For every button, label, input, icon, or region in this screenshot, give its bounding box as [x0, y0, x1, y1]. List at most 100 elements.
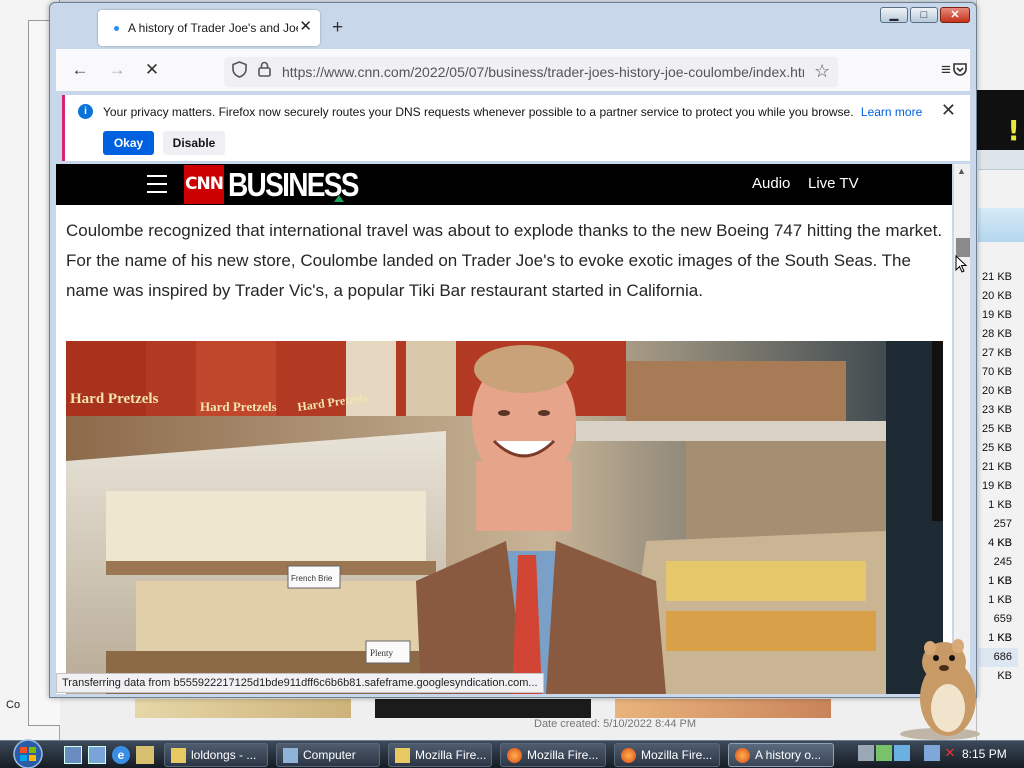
taskbar-button-label: Mozilla Fire...: [415, 748, 487, 762]
file-size-item: 1 KB: [988, 575, 1012, 587]
close-window-button[interactable]: ✕: [940, 7, 970, 23]
file-size-item: 21 KB: [982, 461, 1012, 473]
file-size-item: 70 KB: [982, 366, 1012, 378]
minimize-button[interactable]: ▁: [880, 7, 908, 23]
firefox-icon: [507, 748, 522, 763]
article-photo: Hard Pretzels Hard Pretzels Hard Pretzel…: [66, 341, 943, 694]
mouse-cursor-icon: [955, 254, 969, 273]
file-size-item: 19 KB: [982, 309, 1012, 321]
taskbar-button-computer[interactable]: Computer: [276, 743, 380, 767]
vertical-scrollbar[interactable]: ▲: [954, 164, 970, 694]
taskbar-button-firefox-3[interactable]: Mozilla Fire...: [614, 743, 720, 767]
taskbar-button-active-window[interactable]: A history o...: [728, 743, 834, 767]
price-sign: Plenty: [370, 648, 394, 658]
tab-bar: A history of Trader Joe's and Joe Coulom…: [50, 3, 976, 49]
background-toolbar: [978, 150, 1024, 170]
network-icon[interactable]: [876, 745, 892, 761]
bookmark-star-icon[interactable]: ☆: [814, 60, 830, 82]
file-size-item: 27 KB: [982, 347, 1012, 359]
learn-more-link[interactable]: Learn more: [861, 105, 922, 119]
file-size-item: 25 KB: [982, 423, 1012, 435]
disable-button[interactable]: Disable: [163, 131, 225, 155]
cnn-logo[interactable]: CNN: [184, 165, 224, 204]
status-bar: Transferring data from b555922217125d1bd…: [56, 673, 544, 693]
tab-active[interactable]: A history of Trader Joe's and Joe Coulom…: [98, 10, 320, 46]
file-size-item: 245 KB: [993, 556, 1012, 587]
forward-arrow-icon[interactable]: →: [105, 58, 129, 82]
firefox-icon: [621, 748, 636, 763]
background-thumbnail: [375, 699, 591, 718]
file-size-item: 19 KB: [982, 480, 1012, 492]
tracking-shield-icon[interactable]: [232, 61, 247, 85]
pretzel-sign: Hard Pretzels: [70, 391, 159, 407]
url-text: https://www.cnn.com/2022/05/07/business/…: [282, 64, 804, 80]
file-size-item: 257 KB: [993, 518, 1012, 549]
notification-close-icon[interactable]: ✕: [941, 100, 956, 120]
computer-icon: [283, 748, 298, 763]
cnn-header: CNN BUSINESS Audio Live TV: [56, 164, 952, 205]
file-size-column: 21 KB 20 KB 19 KB 28 KB 27 KB 70 KB 20 KB 23 KB…: [978, 268, 1018, 682]
taskbar-button-firefox-2[interactable]: Mozilla Fire...: [500, 743, 606, 767]
notification-text: Your privacy matters. Firefox now secure…: [103, 105, 854, 119]
background-left-footer-text: Co: [6, 699, 21, 711]
pretzel-sign: Hard Pretzels: [200, 399, 277, 414]
cheese-sign: French Brie: [291, 574, 333, 583]
gadget-icon[interactable]: [136, 746, 154, 764]
taskbar-button-label: A history o...: [755, 748, 822, 762]
start-button[interactable]: [6, 739, 50, 768]
taskbar-button-label: loldongs - ...: [191, 748, 257, 762]
taskbar-button-label: Computer: [303, 748, 356, 762]
tray-app-icon[interactable]: [894, 745, 910, 761]
back-arrow-icon[interactable]: ←: [68, 58, 92, 82]
url-bar[interactable]: https://www.cnn.com/2022/05/07/business/…: [224, 57, 838, 87]
business-logo-mark: [334, 195, 344, 202]
info-icon: i: [78, 104, 93, 119]
nav-live-tv[interactable]: Live TV: [808, 175, 859, 193]
lock-icon[interactable]: [258, 61, 271, 84]
background-column-header: [978, 208, 1024, 242]
tray-app-icon[interactable]: [858, 745, 874, 761]
file-size-item: 20 KB: [982, 290, 1012, 302]
file-size-item: 659 KB: [993, 613, 1012, 644]
file-size-item: 686 KB: [978, 648, 1018, 682]
file-size-item: 1 KB: [988, 632, 1012, 644]
display-icon[interactable]: [924, 745, 940, 761]
menu-hamburger-icon[interactable]: ≡: [934, 58, 958, 82]
folder-icon: [395, 748, 410, 763]
background-thumbnail: [135, 699, 351, 718]
file-size-item: 4 KB: [988, 537, 1012, 549]
taskbar-button-loldongs[interactable]: loldongs - ...: [164, 743, 268, 767]
page-content: CNN BUSINESS Audio Live TV Coulombe reco…: [56, 164, 952, 694]
file-size-item: 28 KB: [982, 328, 1012, 340]
stop-loading-icon[interactable]: ✕: [140, 58, 164, 82]
taskbar-button-label: Mozilla Fire...: [527, 748, 599, 762]
internet-explorer-icon[interactable]: e: [112, 746, 130, 764]
okay-button[interactable]: Okay: [103, 131, 154, 155]
tab-title: A history of Trader Joe's and Joe Coulom…: [128, 21, 298, 35]
taskbar-button-label: Mozilla Fire...: [641, 748, 713, 762]
hamster-gadget[interactable]: [896, 636, 984, 740]
firefox-icon: [735, 748, 750, 763]
taskbar-clock[interactable]: 8:15 PM: [962, 747, 1007, 761]
maximize-button[interactable]: □: [910, 7, 938, 23]
scroll-up-arrow-icon[interactable]: ▲: [957, 166, 966, 176]
taskbar: e loldongs - ... Computer Mozilla Fire..…: [0, 739, 1024, 768]
article-paragraph: Coulombe recognized that international t…: [66, 221, 943, 300]
switch-windows-icon[interactable]: [88, 746, 106, 764]
background-thumbnail: [615, 699, 831, 718]
nav-audio[interactable]: Audio: [752, 175, 790, 193]
dns-notification-bar: i Your privacy matters. Firefox now secu…: [62, 95, 970, 161]
file-size-item: 21 KB: [982, 271, 1012, 283]
tab-close-icon[interactable]: ✕: [299, 19, 312, 35]
background-banner: !: [976, 90, 1024, 150]
new-tab-icon[interactable]: +: [332, 18, 343, 37]
file-size-item: 25 KB: [982, 442, 1012, 454]
cnn-menu-icon[interactable]: [147, 175, 167, 193]
file-size-item: 1 KB: [988, 499, 1012, 511]
volume-muted-icon[interactable]: ✕: [942, 745, 958, 761]
show-desktop-icon[interactable]: [64, 746, 82, 764]
file-size-item: 1 KB: [988, 594, 1012, 606]
taskbar-button-firefox-1[interactable]: Mozilla Fire...: [388, 743, 492, 767]
firefox-window: A history of Trader Joe's and Joe Coulom…: [49, 2, 977, 698]
notification-message: Your privacy matters. Firefox now secure…: [103, 105, 922, 119]
